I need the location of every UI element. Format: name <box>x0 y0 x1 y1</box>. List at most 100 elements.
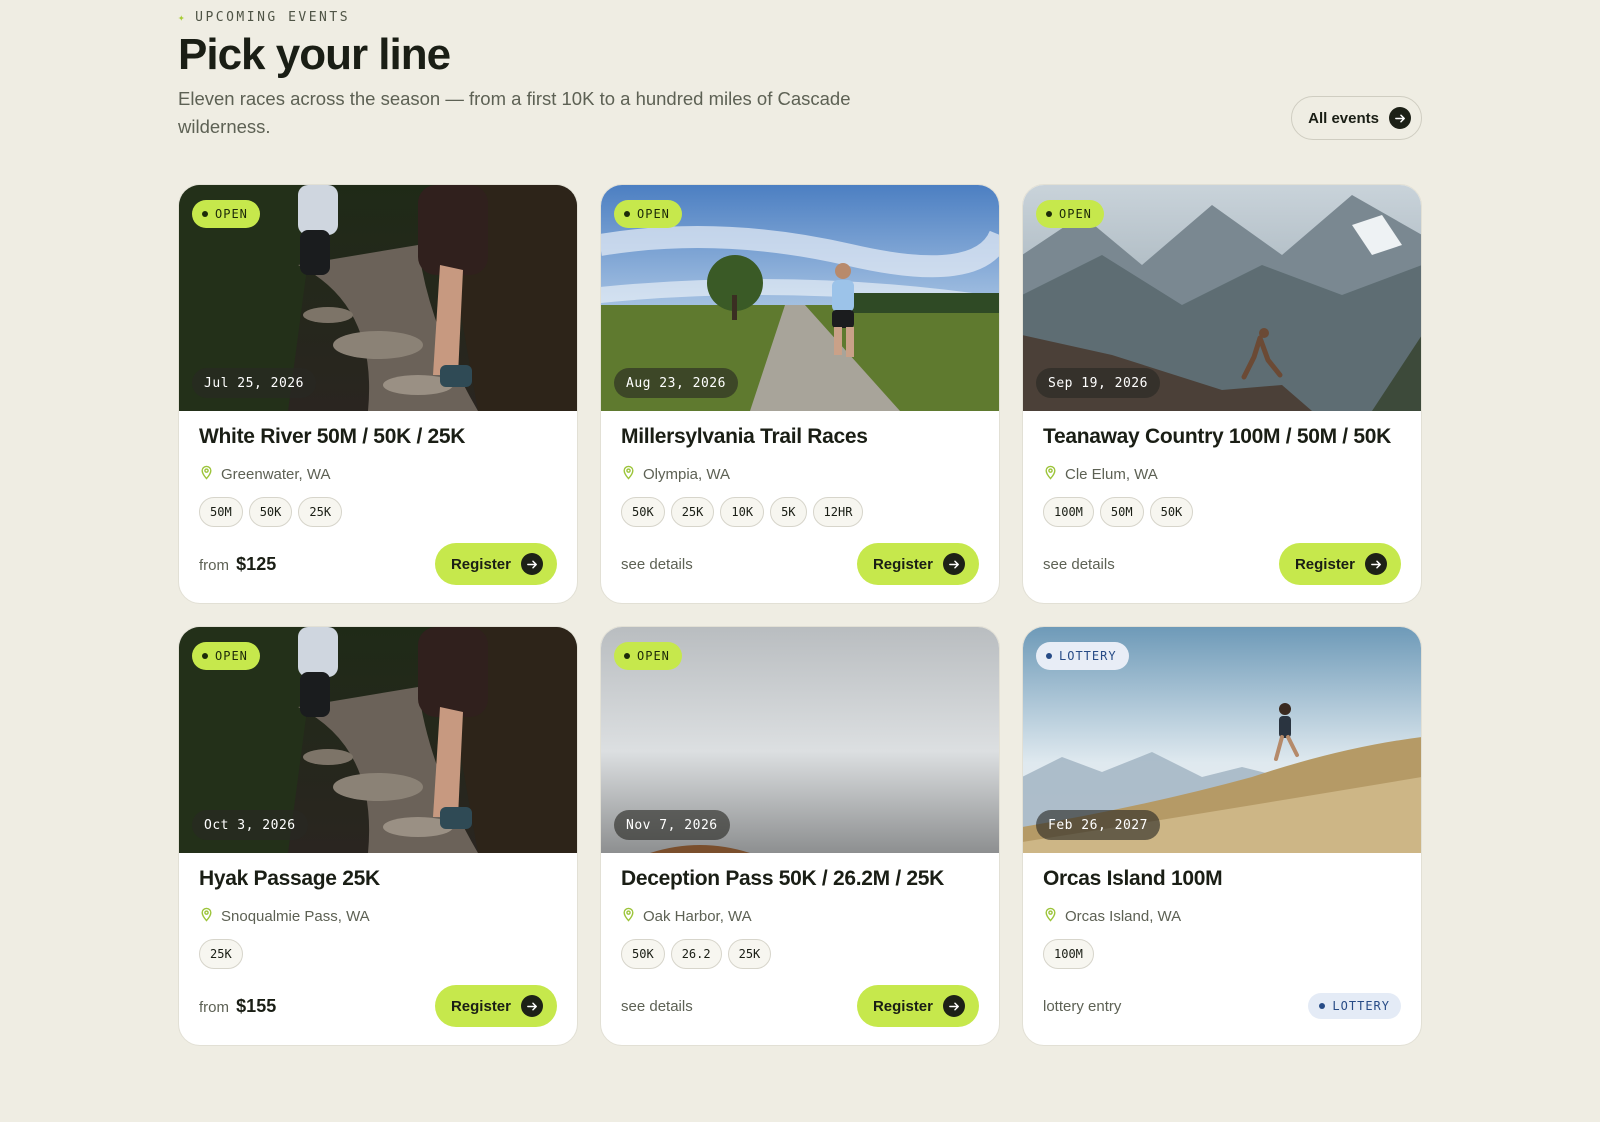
register-label: Register <box>872 555 933 573</box>
arrow-right-icon <box>1365 553 1387 575</box>
distance-tag: 100M <box>1043 939 1094 969</box>
status-badge: OPEN <box>614 200 682 228</box>
price-value: $125 <box>236 553 277 574</box>
status-dot-icon <box>1319 1003 1326 1009</box>
distance-tags: 25K <box>199 939 243 969</box>
see-details-link[interactable]: see details <box>621 556 693 573</box>
arrow-right-icon <box>1389 107 1411 129</box>
distance-tags: 100M 50M 50K <box>1043 497 1194 527</box>
distance-tag: 5K <box>770 497 807 527</box>
distance-tag: 25K <box>298 497 343 527</box>
status-dot-icon <box>624 211 630 217</box>
location-label: Olympia, WA <box>643 466 730 483</box>
event-body: Orcas Island 100M Orcas Island, WA 100M … <box>1043 853 1401 1045</box>
location-pin-icon <box>621 465 636 484</box>
status-label: LOTTERY <box>1059 649 1117 663</box>
lottery-badge: LOTTERY <box>1308 993 1401 1019</box>
event-date: Jul 25, 2026 <box>192 368 316 398</box>
event-name[interactable]: Deception Pass 50K / 26.2M / 25K <box>621 867 944 891</box>
price-value: $155 <box>236 995 277 1016</box>
event-name[interactable]: White River 50M / 50K / 25K <box>199 425 465 449</box>
distance-tag: 50K <box>1149 497 1194 527</box>
all-events-button[interactable]: All events <box>1291 96 1422 140</box>
event-location: Oak Harbor, WA <box>621 907 752 926</box>
see-details-link[interactable]: see details <box>1043 556 1115 573</box>
status-badge: OPEN <box>614 642 682 670</box>
all-events-label: All events <box>1308 109 1379 127</box>
sparkle-icon: ✦ <box>178 11 188 24</box>
register-button[interactable]: Register <box>434 543 557 585</box>
event-body: Hyak Passage 25K Snoqualmie Pass, WA 25K… <box>199 853 557 1045</box>
location-label: Cle Elum, WA <box>1065 466 1158 483</box>
register-label: Register <box>450 555 511 573</box>
event-name[interactable]: Orcas Island 100M <box>1043 867 1223 891</box>
register-button[interactable]: Register <box>856 543 979 585</box>
distance-tag: 10K <box>720 497 765 527</box>
location-label: Orcas Island, WA <box>1065 908 1182 925</box>
event-image: LOTTERY Feb 26, 2027 <box>1023 627 1421 853</box>
card-footer: lottery entry LOTTERY <box>1043 985 1401 1027</box>
event-card[interactable]: OPEN Oct 3, 2026 Hyak Passage 25K Snoqua… <box>178 626 578 1046</box>
event-name[interactable]: Teanaway Country 100M / 50M / 50K <box>1043 425 1391 449</box>
event-image: OPEN Aug 23, 2026 <box>601 185 999 411</box>
location-label: Snoqualmie Pass, WA <box>221 908 370 925</box>
location-pin-icon <box>199 907 214 926</box>
eyebrow-label: UPCOMING EVENTS <box>195 10 351 25</box>
page-title: Pick your line <box>178 30 451 79</box>
event-card[interactable]: OPEN Aug 23, 2026 Millersylvania Trail R… <box>600 184 1000 604</box>
distance-tag: 100M <box>1043 497 1094 527</box>
event-card[interactable]: OPEN Sep 19, 2026 Teanaway Country 100M … <box>1022 184 1422 604</box>
event-body: Teanaway Country 100M / 50M / 50K Cle El… <box>1043 411 1401 603</box>
location-pin-icon <box>1043 465 1058 484</box>
register-label: Register <box>450 997 511 1015</box>
status-label: OPEN <box>637 207 670 221</box>
location-label: Greenwater, WA <box>221 466 331 483</box>
eyebrow: ✦ UPCOMING EVENTS <box>178 10 350 25</box>
status-dot-icon <box>1046 211 1052 217</box>
status-badge: OPEN <box>1036 200 1104 228</box>
event-location: Olympia, WA <box>621 465 730 484</box>
event-date: Nov 7, 2026 <box>614 810 730 840</box>
distance-tag: 25K <box>727 939 772 969</box>
card-footer: from $125 Register <box>199 543 557 585</box>
distance-tag: 50K <box>621 497 665 527</box>
lottery-entry-text: lottery entry <box>1043 997 1122 1015</box>
price-prefix: from <box>199 998 229 1016</box>
event-location: Greenwater, WA <box>199 465 330 484</box>
status-dot-icon <box>202 653 208 659</box>
events-grid: OPEN Jul 25, 2026 White River 50M / 50K … <box>178 184 1422 1046</box>
event-body: Deception Pass 50K / 26.2M / 25K Oak Har… <box>621 853 979 1045</box>
status-dot-icon <box>202 211 208 217</box>
status-dot-icon <box>1046 653 1052 659</box>
event-card[interactable]: OPEN Jul 25, 2026 White River 50M / 50K … <box>178 184 578 604</box>
register-button[interactable]: Register <box>1278 543 1401 585</box>
card-footer: see details Register <box>1043 543 1401 585</box>
event-body: White River 50M / 50K / 25K Greenwater, … <box>199 411 557 603</box>
event-date: Oct 3, 2026 <box>192 810 308 840</box>
status-label: OPEN <box>215 207 248 221</box>
distance-tag: 50M <box>199 497 243 527</box>
page-subtitle: Eleven races across the season — from a … <box>178 88 851 137</box>
price-prefix: from <box>199 556 229 574</box>
status-label: OPEN <box>637 649 670 663</box>
event-date: Feb 26, 2027 <box>1036 810 1160 840</box>
status-label: OPEN <box>215 649 248 663</box>
distance-tag: 25K <box>199 939 243 969</box>
location-label: Oak Harbor, WA <box>643 908 752 925</box>
status-label: OPEN <box>1059 207 1092 221</box>
card-footer: from $155 Register <box>199 985 557 1027</box>
event-card[interactable]: LOTTERY Feb 26, 2027 Orcas Island 100M O… <box>1022 626 1422 1046</box>
event-name[interactable]: Hyak Passage 25K <box>199 867 380 891</box>
register-button[interactable]: Register <box>434 985 557 1027</box>
price: from $125 <box>199 554 276 575</box>
event-image: OPEN Jul 25, 2026 <box>179 185 577 411</box>
arrow-right-icon <box>521 995 543 1017</box>
event-date: Sep 19, 2026 <box>1036 368 1160 398</box>
see-details-link[interactable]: see details <box>621 998 693 1015</box>
location-pin-icon <box>1043 907 1058 926</box>
event-image: OPEN Nov 7, 2026 <box>601 627 999 853</box>
event-card[interactable]: OPEN Nov 7, 2026 Deception Pass 50K / 26… <box>600 626 1000 1046</box>
event-name[interactable]: Millersylvania Trail Races <box>621 425 868 449</box>
register-button[interactable]: Register <box>856 985 979 1027</box>
event-body: Millersylvania Trail Races Olympia, WA 5… <box>621 411 979 603</box>
